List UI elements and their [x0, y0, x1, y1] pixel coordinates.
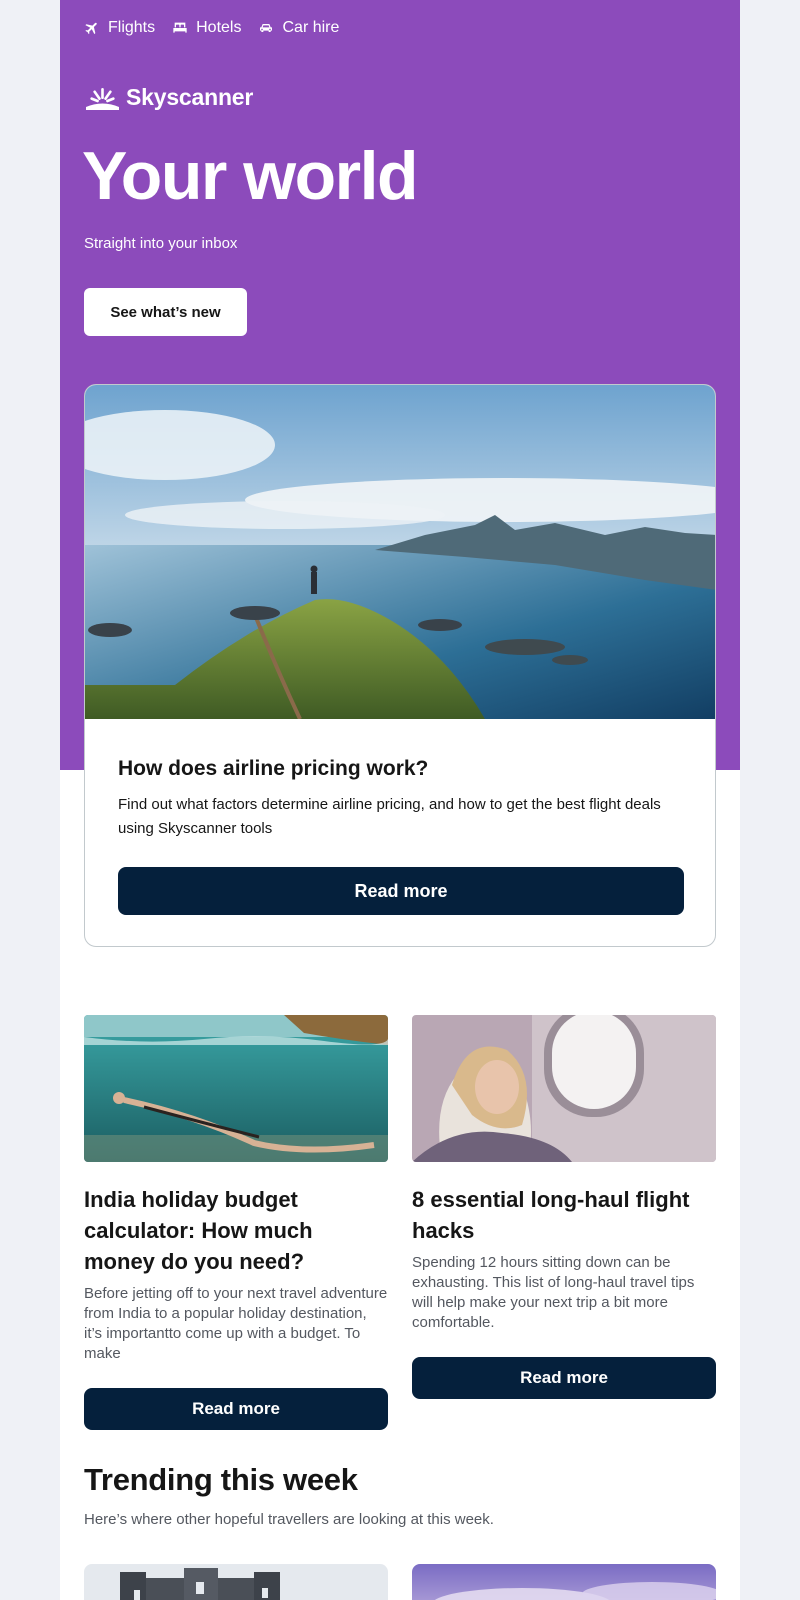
brand-name: Skyscanner [126, 84, 254, 110]
feature-article-body: How does airline pricing work? Find out … [118, 755, 686, 841]
article-card-india-budget: India holiday budget calculator: How muc… [84, 1015, 388, 1430]
hero-subhead: Straight into your inbox [84, 235, 238, 252]
car-icon [260, 24, 273, 32]
trending-card-castle-image[interactable] [84, 1564, 388, 1600]
article-image-swimmer[interactable] [84, 1015, 388, 1162]
trending-card-sky-image[interactable] [412, 1564, 716, 1600]
hero-headline: Your world [82, 138, 419, 214]
email-container: Flights Hotels Car hire Skyscanner Your … [60, 0, 740, 1600]
trending-title: Trending this week [84, 1462, 358, 1497]
feature-article-text: Find out what factors determine airline … [118, 796, 661, 837]
feature-read-more-button[interactable]: Read more [118, 867, 684, 915]
trending-subtitle: Here’s where other hopeful travellers ar… [84, 1511, 494, 1528]
article-text: Spending 12 hours sitting down can be ex… [412, 1254, 695, 1331]
plane-icon [85, 22, 97, 35]
nav-car-hire-link[interactable]: Car hire [258, 19, 339, 37]
nav-hotels-link[interactable]: Hotels [172, 19, 241, 37]
nav-flights-link[interactable]: Flights [84, 19, 155, 37]
nav-hotels-label: Hotels [196, 19, 242, 36]
article-title[interactable]: India holiday budget calculator: How muc… [84, 1184, 388, 1277]
feature-article-title[interactable]: How does airline pricing work? [118, 755, 686, 783]
article-image-sleeping-passenger[interactable] [412, 1015, 716, 1162]
skyscanner-logo[interactable]: Skyscanner [84, 84, 253, 111]
article-title[interactable]: 8 essential long-haul flight hacks [412, 1184, 716, 1246]
article-read-more-button[interactable]: Read more [412, 1357, 716, 1399]
sunrise-logo-icon [86, 87, 119, 110]
nav-flights-label: Flights [108, 19, 156, 36]
feature-article-card: How does airline pricing work? Find out … [84, 384, 716, 947]
see-whats-new-button[interactable]: See what’s new [84, 288, 247, 336]
article-read-more-button[interactable]: Read more [84, 1388, 388, 1430]
feature-article-image[interactable] [85, 385, 716, 719]
article-card-flight-hacks: 8 essential long-haul flight hacks Spend… [412, 1015, 716, 1399]
article-text: Before jetting off to your next travel a… [84, 1285, 388, 1362]
nav-car-hire-label: Car hire [282, 19, 340, 36]
bed-icon [173, 22, 187, 33]
top-nav: Flights Hotels Car hire [84, 16, 356, 40]
